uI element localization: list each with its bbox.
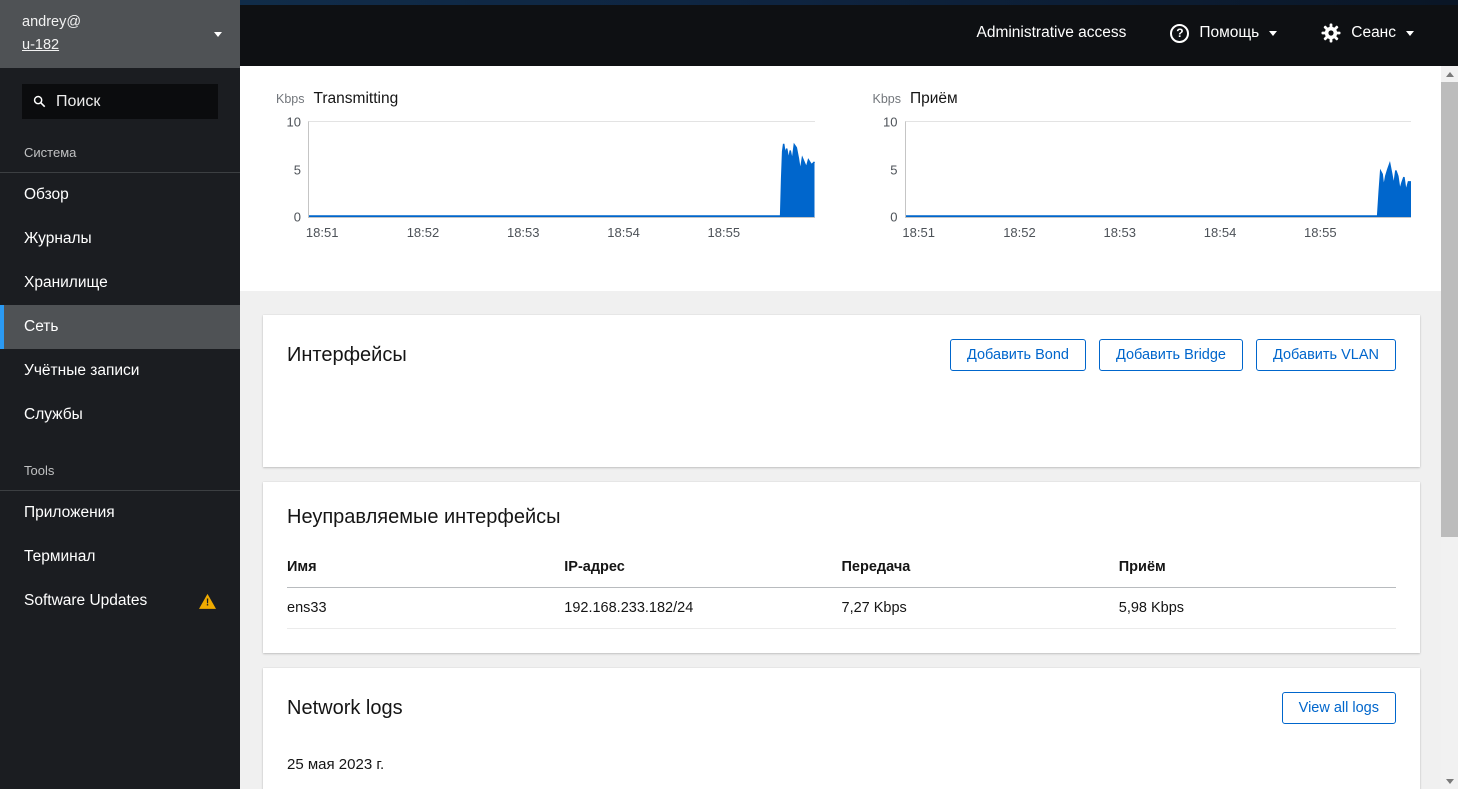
search-wrap xyxy=(0,68,240,120)
receive-chart: Kbps Приём 0 5 10 18:51 18:52 18:53 18:54 18:5… xyxy=(871,90,1412,291)
table-row: ens33 192.168.233.182/24 7,27 Kbps 5,98 … xyxy=(287,587,1396,629)
unmanaged-interfaces-table: Имя IP-адрес Передача Приём ens33 192.16… xyxy=(287,549,1396,629)
column-header-receive: Приём xyxy=(1118,549,1396,588)
sidebar-item-storage[interactable]: Хранилище xyxy=(0,261,240,305)
sidebar-item-services[interactable]: Службы xyxy=(0,393,240,437)
sidebar-nav: Система Обзор Журналы Хранилище Сеть Учё… xyxy=(0,119,240,623)
column-header-name: Имя xyxy=(287,549,565,588)
triangle-up-icon xyxy=(1445,71,1454,77)
interfaces-actions: Добавить Bond Добавить Bridge Добавить V… xyxy=(949,339,1396,371)
admin-access-label: Administrative access xyxy=(976,24,1127,41)
cockpit-app: andrey@ u-182 Система Обзор Журналы Хран… xyxy=(0,0,1458,789)
sidebar-item-label: Обзор xyxy=(24,186,69,204)
sidebar-item-label: Сеть xyxy=(24,318,59,336)
add-bond-button[interactable]: Добавить Bond xyxy=(949,339,1086,371)
cell-interface-name: ens33 xyxy=(287,587,565,629)
sidebar-item-network[interactable]: Сеть xyxy=(0,305,240,350)
column-header-transmit: Передача xyxy=(841,549,1119,588)
sidebar-item-label: Терминал xyxy=(24,548,96,566)
content: Kbps Transmitting 0 5 10 18:51 18:52 18:53 18… xyxy=(240,66,1458,789)
chart-title: Transmitting xyxy=(313,90,399,107)
add-vlan-button[interactable]: Добавить VLAN xyxy=(1256,339,1396,371)
admin-access-button[interactable]: Administrative access xyxy=(976,24,1126,42)
masthead: Administrative access ? Помощь Сеанс xyxy=(240,0,1458,66)
triangle-down-icon xyxy=(1445,778,1454,784)
chart-title: Приём xyxy=(910,90,958,107)
user-menu[interactable]: andrey@ u-182 xyxy=(0,0,240,69)
sidebar-item-terminal[interactable]: Терминал xyxy=(0,535,240,579)
chart-plot-wrap: 0 5 10 18:51 18:52 18:53 18:54 18:55 xyxy=(287,115,815,243)
search-icon xyxy=(33,96,46,108)
page-scroll-area: Kbps Transmitting 0 5 10 18:51 18:52 18:53 18… xyxy=(240,66,1441,789)
cell-ip-address: 192.168.233.182/24 xyxy=(564,587,842,629)
search-box[interactable] xyxy=(22,84,218,120)
cards-area: Интерфейсы Добавить Bond Добавить Bridge… xyxy=(240,291,1441,789)
masthead-toolbar: Administrative access ? Помощь Сеанс xyxy=(976,23,1414,43)
interfaces-empty-body xyxy=(287,371,1396,443)
help-menu-button[interactable]: ? Помощь xyxy=(1170,23,1278,43)
nav-section-title-tools: Tools xyxy=(0,463,240,492)
chevron-down-icon xyxy=(1406,30,1414,36)
search-input[interactable] xyxy=(56,92,207,111)
user-name: andrey@ xyxy=(22,14,82,30)
chart-header: Kbps Transmitting xyxy=(274,90,815,108)
network-logs-card: Network logs View all logs 25 мая 2023 г… xyxy=(263,668,1420,789)
sidebar-item-label: Хранилище xyxy=(24,274,108,292)
cell-receive-rate: 5,98 Kbps xyxy=(1118,587,1396,629)
chart-unit-label: Kbps xyxy=(276,92,305,106)
traffic-charts-band: Kbps Transmitting 0 5 10 18:51 18:52 18:53 18… xyxy=(240,66,1441,291)
sidebar-item-overview[interactable]: Обзор xyxy=(0,173,240,217)
scrollbar-up-arrow[interactable] xyxy=(1441,66,1458,82)
sidebar-item-label: Учётные записи xyxy=(24,362,140,380)
help-icon: ? xyxy=(1170,23,1190,43)
network-logs-title: Network logs xyxy=(287,696,403,719)
chart-unit-label: Kbps xyxy=(872,92,902,106)
vertical-scrollbar[interactable] xyxy=(1441,66,1458,789)
interfaces-card-header: Интерфейсы Добавить Bond Добавить Bridge… xyxy=(287,339,1396,371)
sidebar-item-software-updates[interactable]: Software Updates xyxy=(0,579,240,623)
log-date-heading: 25 мая 2023 г. xyxy=(287,756,385,773)
chart-plot-wrap: 0 5 10 18:51 18:52 18:53 18:54 18:55 xyxy=(883,115,1411,243)
session-menu-button[interactable]: Сеанс xyxy=(1321,23,1414,43)
view-all-logs-button[interactable]: View all logs xyxy=(1281,692,1396,724)
sidebar-item-applications[interactable]: Приложения xyxy=(0,491,240,535)
interfaces-card: Интерфейсы Добавить Bond Добавить Bridge… xyxy=(263,315,1420,467)
sidebar-item-logs[interactable]: Журналы xyxy=(0,217,240,261)
traffic-area-plot: 0 5 10 xyxy=(287,115,815,225)
chevron-down-icon xyxy=(214,31,222,37)
network-logs-header: Network logs View all logs xyxy=(287,692,1396,724)
main-area: Administrative access ? Помощь Сеанс Kbp… xyxy=(240,0,1458,789)
nav-section-system: Система Обзор Журналы Хранилище Сеть Учё… xyxy=(0,145,240,437)
scrollbar-thumb[interactable] xyxy=(1441,82,1458,537)
table-header-row: Имя IP-адрес Передача Приём xyxy=(287,549,1396,588)
sidebar-item-label: Приложения xyxy=(24,504,115,522)
chart-header: Kbps Приём xyxy=(871,90,1412,108)
sidebar-item-label: Службы xyxy=(24,406,83,424)
sidebar: andrey@ u-182 Система Обзор Журналы Хран… xyxy=(0,0,240,789)
chevron-down-icon xyxy=(1269,30,1278,36)
unmanaged-interfaces-title: Неуправляемые интерфейсы xyxy=(287,506,561,528)
host-name: u-182 xyxy=(22,37,60,54)
help-label: Помощь xyxy=(1199,24,1260,41)
x-axis-ticks: 18:51 18:52 18:53 18:54 18:55 xyxy=(902,225,1337,240)
add-bridge-button[interactable]: Добавить Bridge xyxy=(1098,339,1243,371)
sidebar-item-accounts[interactable]: Учётные записи xyxy=(0,349,240,393)
x-axis-ticks: 18:51 18:52 18:53 18:54 18:55 xyxy=(305,225,741,240)
nav-section-tools: Tools Приложения Терминал Software Updat… xyxy=(0,463,240,623)
transmit-chart: Kbps Transmitting 0 5 10 18:51 18:52 18:53 18… xyxy=(274,90,815,291)
column-header-ip: IP-адрес xyxy=(564,549,842,588)
sidebar-item-label: Журналы xyxy=(24,230,92,248)
traffic-area-plot: 0 5 10 xyxy=(883,115,1411,225)
cell-transmit-rate: 7,27 Kbps xyxy=(841,587,1119,629)
interfaces-title: Интерфейсы xyxy=(287,343,407,366)
session-label: Сеанс xyxy=(1351,24,1396,41)
sidebar-item-label: Software Updates xyxy=(24,592,148,610)
warning-icon xyxy=(199,593,216,609)
scrollbar-down-arrow[interactable] xyxy=(1441,773,1458,789)
nav-section-title-system: Система xyxy=(0,145,240,174)
gear-icon xyxy=(1321,23,1341,43)
user-label: andrey@ u-182 xyxy=(22,11,214,57)
unmanaged-interfaces-card: Неуправляемые интерфейсы Имя IP-адрес Пе… xyxy=(263,482,1420,653)
